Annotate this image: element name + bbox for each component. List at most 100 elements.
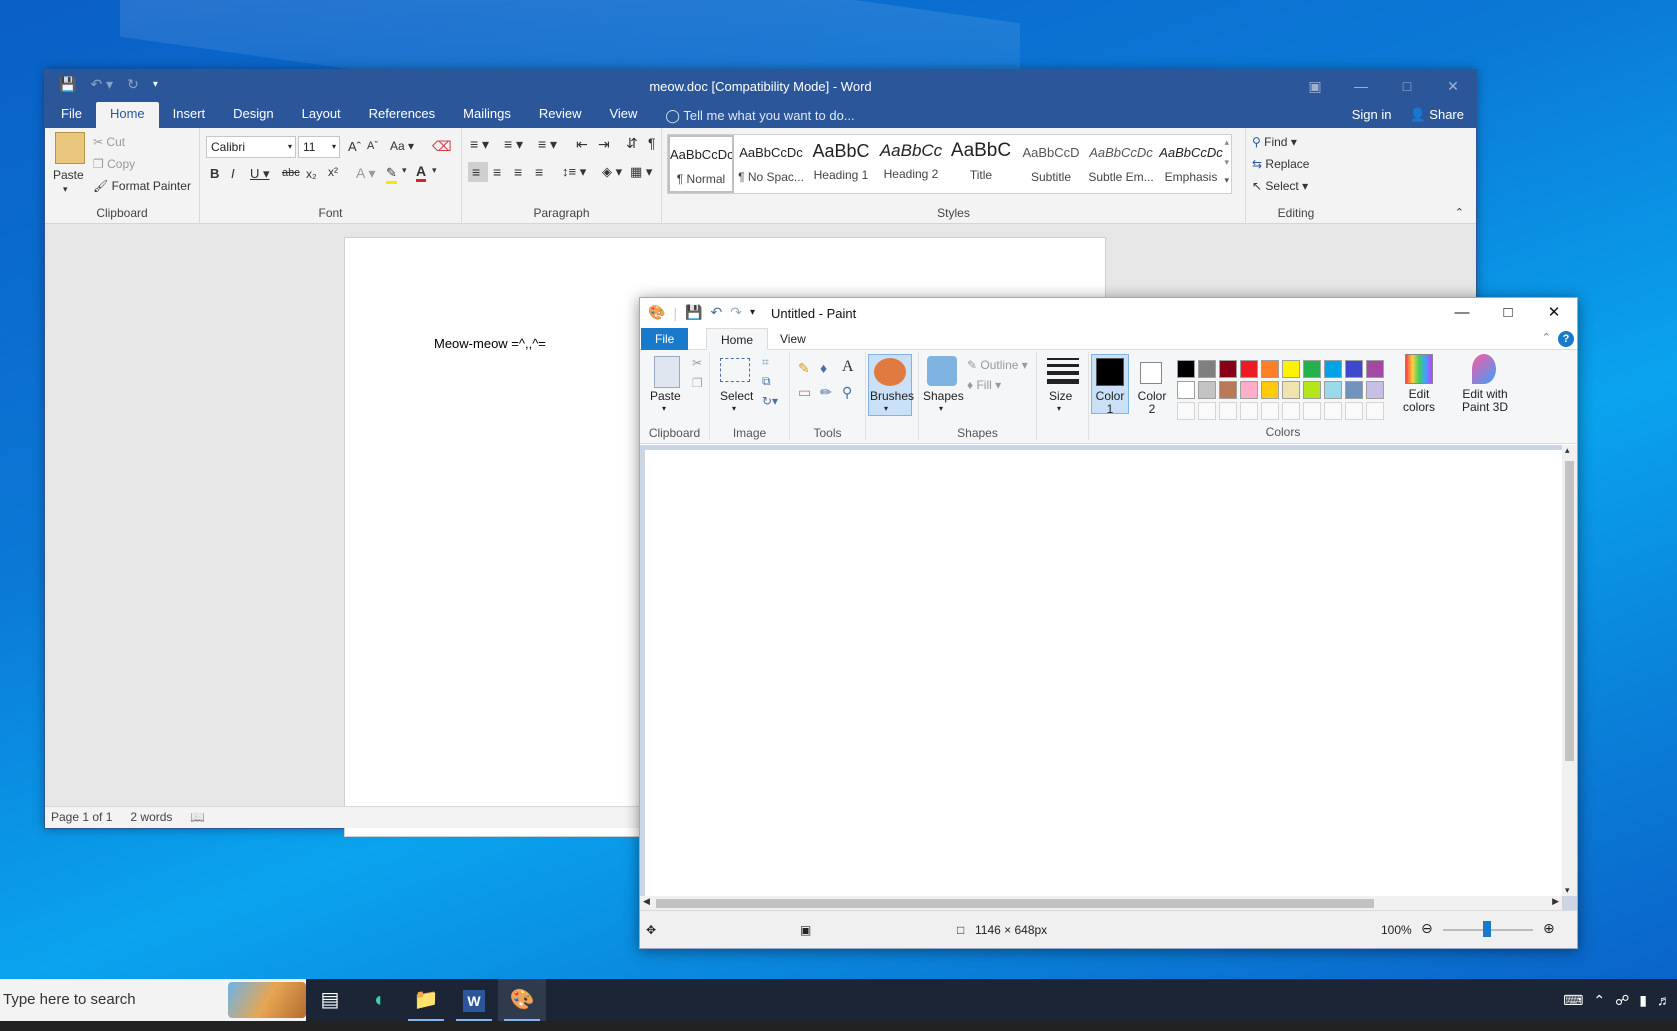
- share-button[interactable]: 👤 Share: [1409, 102, 1464, 128]
- style-title[interactable]: AaBbC Title: [948, 135, 1014, 193]
- palette-swatch[interactable]: [1261, 381, 1279, 399]
- keyboard-icon[interactable]: ⌨: [1563, 992, 1583, 1009]
- underline-icon[interactable]: U ▾: [250, 166, 270, 182]
- palette-swatch[interactable]: [1177, 381, 1195, 399]
- tab-review[interactable]: Review: [525, 102, 596, 128]
- style-no-spacing[interactable]: AaBbCcDc ¶ No Spac...: [738, 135, 804, 193]
- color-picker-icon[interactable]: ✏: [820, 384, 832, 401]
- custom-color-slot[interactable]: [1345, 402, 1363, 420]
- tab-design[interactable]: Design: [219, 102, 287, 128]
- drawing-canvas[interactable]: [645, 450, 1567, 896]
- shading-icon[interactable]: ◈ ▾: [602, 164, 622, 180]
- bullets-icon[interactable]: ≡ ▾: [470, 136, 489, 153]
- magnifier-icon[interactable]: ⚲: [842, 384, 852, 401]
- pencil-icon[interactable]: ✎: [798, 360, 810, 377]
- word-count[interactable]: 2 words: [130, 807, 172, 828]
- increase-indent-icon[interactable]: ⇥: [598, 136, 610, 153]
- file-explorer-icon[interactable]: 📁: [402, 979, 450, 1021]
- copy-button[interactable]: ❐ Copy: [93, 157, 135, 171]
- highlight-icon[interactable]: ✎: [386, 165, 397, 184]
- paint-taskbar-icon[interactable]: 🎨: [498, 979, 546, 1021]
- palette-swatch[interactable]: [1261, 360, 1279, 378]
- paint3d-icon[interactable]: [1472, 354, 1496, 384]
- more-styles-icon[interactable]: ▾: [1224, 175, 1229, 186]
- sign-in-link[interactable]: Sign in: [1352, 102, 1392, 128]
- change-case-button[interactable]: Aa ▾: [390, 139, 414, 153]
- select-button[interactable]: ↖ Select ▾: [1252, 179, 1308, 193]
- battery-icon[interactable]: ▮: [1639, 992, 1647, 1009]
- edge-browser-icon[interactable]: ◖: [354, 979, 402, 1021]
- zoom-slider-thumb[interactable]: [1483, 921, 1491, 937]
- proofing-icon[interactable]: 📖: [190, 807, 205, 828]
- style-normal[interactable]: AaBbCcDc ¶ Normal: [668, 135, 734, 193]
- custom-color-slot[interactable]: [1303, 402, 1321, 420]
- pilcrow-icon[interactable]: ¶: [648, 135, 656, 151]
- outline-button[interactable]: ✎ Outline ▾: [967, 358, 1028, 372]
- palette-swatch[interactable]: [1282, 381, 1300, 399]
- replace-button[interactable]: ⇆ Replace: [1252, 157, 1309, 171]
- palette-swatch[interactable]: [1240, 360, 1258, 378]
- chevron-down-icon[interactable]: ▾: [432, 165, 437, 176]
- horizontal-scrollbar[interactable]: ◀ ▶: [640, 896, 1562, 911]
- edit-with-paint3d-button[interactable]: Edit with Paint 3D: [1452, 388, 1518, 414]
- align-center-icon[interactable]: ≡: [493, 164, 501, 180]
- tab-view[interactable]: View: [595, 102, 651, 128]
- numbering-icon[interactable]: ≡ ▾: [504, 136, 523, 153]
- style-heading-2[interactable]: AaBbCc Heading 2: [878, 135, 944, 193]
- task-view-icon[interactable]: ▤: [306, 979, 354, 1021]
- line-spacing-icon[interactable]: ↕≡ ▾: [562, 164, 586, 180]
- ribbon-display-options-icon[interactable]: ▣: [1292, 70, 1338, 102]
- palette-swatch[interactable]: [1198, 360, 1216, 378]
- rotate-icon[interactable]: ↻▾: [762, 394, 778, 408]
- chevron-left-icon[interactable]: ◀: [643, 896, 650, 907]
- page-count[interactable]: Page 1 of 1: [51, 807, 112, 828]
- chevron-down-icon[interactable]: ▾: [402, 165, 407, 176]
- scissors-icon[interactable]: ✂: [692, 356, 702, 370]
- close-button[interactable]: ✕: [1531, 298, 1577, 328]
- custom-color-slot[interactable]: [1240, 402, 1258, 420]
- custom-color-slot[interactable]: [1324, 402, 1342, 420]
- borders-icon[interactable]: ▦ ▾: [630, 164, 652, 180]
- palette-swatch[interactable]: [1345, 381, 1363, 399]
- style-subtle-emphasis[interactable]: AaBbCcDc Subtle Em...: [1088, 135, 1154, 193]
- paste-button[interactable]: Paste: [53, 168, 84, 182]
- superscript-icon[interactable]: x²: [328, 165, 338, 179]
- document-text[interactable]: Meow-meow =^,,^=: [434, 336, 546, 351]
- custom-color-slot[interactable]: [1366, 402, 1384, 420]
- tab-mailings[interactable]: Mailings: [449, 102, 525, 128]
- network-icon[interactable]: ☍: [1615, 992, 1629, 1009]
- chevron-down-icon[interactable]: ▾: [63, 184, 68, 195]
- style-heading-1[interactable]: AaBbC Heading 1: [808, 135, 874, 193]
- save-icon[interactable]: 💾: [685, 304, 702, 321]
- justify-icon[interactable]: ≡: [535, 164, 543, 180]
- strikethrough-icon[interactable]: abc: [282, 167, 300, 179]
- shapes-icon[interactable]: [927, 356, 957, 386]
- minimize-button[interactable]: —: [1338, 70, 1384, 102]
- tab-file[interactable]: File: [641, 328, 689, 350]
- subscript-icon[interactable]: x₂: [306, 167, 317, 181]
- word-taskbar-icon[interactable]: W: [450, 979, 498, 1021]
- resize-icon[interactable]: ⧉: [762, 374, 771, 389]
- chevron-down-icon[interactable]: ▾: [662, 402, 666, 415]
- search-input[interactable]: Type here to search: [3, 991, 136, 1008]
- bold-icon[interactable]: B: [210, 166, 219, 181]
- taskbar-search-box[interactable]: Type here to search: [0, 979, 306, 1021]
- close-button[interactable]: ✕: [1430, 70, 1476, 102]
- edit-colors-icon[interactable]: [1405, 354, 1433, 384]
- shrink-font-icon[interactable]: Aˇ: [367, 140, 378, 152]
- palette-swatch[interactable]: [1366, 360, 1384, 378]
- italic-icon[interactable]: I: [231, 166, 235, 181]
- decrease-indent-icon[interactable]: ⇤: [576, 136, 588, 153]
- vertical-scrollbar[interactable]: ▴ ▾: [1562, 445, 1577, 896]
- palette-swatch[interactable]: [1366, 381, 1384, 399]
- palette-swatch[interactable]: [1324, 360, 1342, 378]
- fill-button[interactable]: ♦ Fill ▾: [967, 378, 1001, 392]
- palette-swatch[interactable]: [1219, 360, 1237, 378]
- select-rectangle-icon[interactable]: [720, 358, 750, 382]
- redo-icon[interactable]: ↷: [730, 304, 742, 321]
- collapse-ribbon-icon[interactable]: ⌃: [1455, 206, 1464, 219]
- custom-color-slot[interactable]: [1177, 402, 1195, 420]
- tab-home[interactable]: Home: [95, 102, 159, 128]
- clear-formatting-icon[interactable]: ⌫: [432, 138, 452, 155]
- chevron-right-icon[interactable]: ▶: [1552, 896, 1559, 907]
